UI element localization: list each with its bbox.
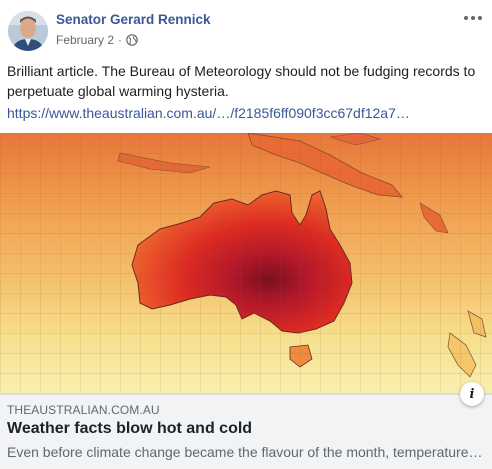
profile-photo <box>8 11 48 51</box>
author-name[interactable]: Senator Gerard Rennick <box>56 12 211 27</box>
more-dots-icon <box>464 16 468 20</box>
australia-temperature-map <box>0 133 492 394</box>
link-preview-footer[interactable]: THEAUSTRALIAN.COM.AU Weather facts blow … <box>0 394 492 469</box>
link-preview-image[interactable] <box>0 133 492 394</box>
meta-separator: · <box>118 33 123 47</box>
post-header: Senator Gerard Rennick February 2 · <box>0 0 492 56</box>
info-icon[interactable]: i <box>460 382 484 406</box>
post-link[interactable]: https://www.theaustralian.com.au/…/f2185… <box>7 104 485 122</box>
link-title[interactable]: Weather facts blow hot and cold <box>7 420 252 438</box>
post-date[interactable]: February 2 <box>56 33 114 47</box>
link-description: Even before climate change became the fl… <box>7 444 483 460</box>
avatar[interactable] <box>8 11 48 51</box>
post-text: Brilliant article. The Bureau of Meteoro… <box>7 63 476 99</box>
post-meta: February 2 · <box>56 33 138 47</box>
globe-icon <box>126 34 138 46</box>
more-options-button[interactable] <box>460 8 486 28</box>
link-domain: THEAUSTRALIAN.COM.AU <box>7 403 160 417</box>
